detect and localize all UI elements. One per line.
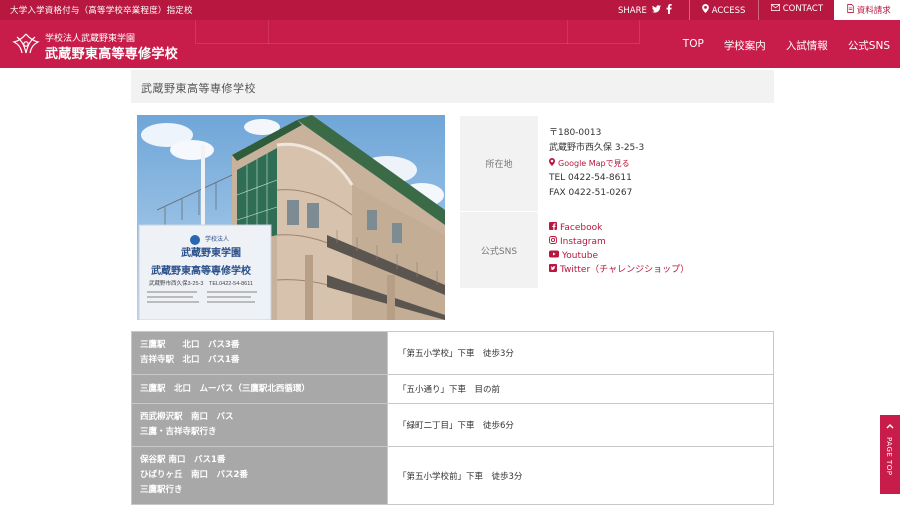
map-pin-icon [549, 156, 555, 171]
address-label-text: 所在地 [485, 160, 513, 170]
nav-item-school-info[interactable]: 学校案内 [724, 38, 766, 53]
map-pin-icon [702, 4, 712, 16]
header-decoration [268, 20, 568, 44]
table-row: 三鷹駅 北口 バス3番 吉祥寺駅 北口 バス1番 「第五小学校」下車 徒歩3分 [131, 331, 774, 375]
instagram-link-text: Instagram [560, 237, 606, 247]
fax-number: FAX 0422-51-0267 [549, 188, 633, 198]
address-block: 〒180-0013 武蔵野市西久保 3-25-3 Google Mapで見る T… [549, 126, 644, 201]
facebook-link[interactable]: Facebook [549, 221, 689, 235]
stop-cell: 「五小通り」下車 目の前 [387, 374, 774, 404]
stop-cell: 「第五小学校前」下車 徒歩3分 [387, 446, 774, 505]
school-name-logo[interactable]: 武蔵野東高等専修学校 [45, 43, 178, 62]
sns-label: 公式SNS [460, 212, 538, 288]
share-group: SHARE [618, 4, 672, 18]
table-row: 西武柳沢駅 南口 バス 三鷹・吉祥寺駅行き 「緑町二丁目」下車 徒歩6分 [131, 403, 774, 447]
route-line: 三鷹駅 北口 バス3番 [140, 340, 240, 350]
topbar-divider [758, 0, 759, 20]
facebook-icon [549, 221, 557, 235]
school-emblem-icon[interactable] [12, 31, 40, 57]
route-cell: 西武柳沢駅 南口 バス 三鷹・吉祥寺駅行き [131, 403, 388, 447]
route-cell: 三鷹駅 北口 バス3番 吉祥寺駅 北口 バス1番 [131, 331, 388, 375]
share-label: SHARE [618, 6, 647, 16]
school-building-photo: 学校法人 武蔵野東学園 武蔵野東高等専修学校 武蔵野市西久保3-25-3 TEL… [137, 115, 445, 320]
mail-icon [770, 4, 783, 14]
contact-link[interactable]: CONTACT [770, 4, 824, 14]
page-top-button[interactable]: PAGE TOP [880, 415, 900, 494]
twitter-icon[interactable] [651, 5, 661, 17]
chevron-up-icon [886, 423, 894, 432]
google-map-link-text: Google Mapで見る [558, 159, 630, 168]
top-bar: 大学入学資格付与（高等学校卒業程度）指定校 SHARE ACCESS CONTA… [0, 0, 900, 20]
facebook-icon[interactable] [666, 4, 672, 18]
twitter-link-text: Twitter（チャレンジショップ） [560, 265, 690, 275]
sns-block: Facebook Instagram Youtube Twitter（チャレンジ… [549, 221, 689, 277]
table-row: 保谷駅 南口 バス1番 ひばりヶ丘 南口 バス2番 三鷹駅行き 「第五小学校前」… [131, 446, 774, 505]
nav-item-official-sns[interactable]: 公式SNS [848, 38, 890, 53]
route-line: 吉祥寺駅 北口 バス1番 [140, 355, 240, 365]
twitter-icon [549, 263, 557, 277]
tel-number: TEL 0422-54-8611 [549, 173, 632, 183]
address-label: 所在地 [460, 116, 538, 211]
instagram-icon [549, 235, 557, 249]
document-icon [847, 4, 857, 16]
route-line: 保谷駅 南口 バス1番 [140, 455, 226, 465]
access-table: 三鷹駅 北口 バス3番 吉祥寺駅 北口 バス1番 「第五小学校」下車 徒歩3分 … [131, 331, 774, 505]
nav-item-top[interactable]: TOP [683, 38, 704, 53]
route-line: ひばりヶ丘 南口 バス2番 [140, 470, 248, 480]
request-materials-button[interactable]: 資料請求 [834, 0, 900, 20]
contact-label: CONTACT [782, 4, 824, 14]
site-header: 学校法人武蔵野東学園 武蔵野東高等専修学校 TOP 学校案内 入試情報 公式SN… [0, 20, 900, 68]
youtube-icon [549, 249, 559, 263]
main-nav: TOP 学校案内 入試情報 公式SNS [683, 38, 890, 53]
stop-cell: 「第五小学校」下車 徒歩3分 [387, 331, 774, 375]
sign-name2-text: 武蔵野東高等専修学校 [151, 264, 252, 277]
youtube-link[interactable]: Youtube [549, 249, 689, 263]
twitter-link[interactable]: Twitter（チャレンジショップ） [549, 263, 689, 277]
google-map-link[interactable]: Google Mapで見る [549, 156, 644, 171]
route-line: 西武柳沢駅 南口 バス [140, 412, 234, 422]
sign-org-text: 学校法人 [205, 235, 229, 243]
stop-cell: 「緑町二丁目」下車 徒歩6分 [387, 403, 774, 447]
instagram-link[interactable]: Instagram [549, 235, 689, 249]
route-line: 三鷹駅行き [140, 485, 183, 495]
address-text: 武蔵野市西久保 3-25-3 [549, 143, 645, 153]
sign-addr-text: 武蔵野市西久保3-25-3 [149, 279, 203, 287]
page-title-strip: 武蔵野東高等専修学校 [131, 70, 774, 103]
table-row: 三鷹駅 北口 ムーバス（三鷹駅北西循環） 「五小通り」下車 目の前 [131, 374, 774, 404]
route-line: 三鷹駅 北口 ムーバス（三鷹駅北西循環） [140, 383, 310, 394]
route-cell: 保谷駅 南口 バス1番 ひばりヶ丘 南口 バス2番 三鷹駅行き [131, 446, 388, 505]
facebook-link-text: Facebook [560, 223, 603, 233]
page-top-label: PAGE TOP [885, 437, 893, 476]
nav-item-admissions[interactable]: 入試情報 [786, 38, 828, 53]
access-label: ACCESS [711, 6, 746, 16]
page-title: 武蔵野東高等専修学校 [141, 82, 256, 95]
sns-label-text: 公式SNS [480, 246, 518, 257]
sign-tel-text: TEL0422-54-8611 [209, 281, 253, 287]
access-link[interactable]: ACCESS [702, 4, 745, 16]
postal-code: 〒180-0013 [549, 128, 602, 138]
route-line: 三鷹・吉祥寺駅行き [140, 427, 217, 437]
route-cell: 三鷹駅 北口 ムーバス（三鷹駅北西循環） [131, 374, 388, 404]
youtube-link-text: Youtube [562, 251, 598, 261]
request-label: 資料請求 [856, 6, 891, 16]
sign-name1-text: 武蔵野東学園 [181, 246, 241, 259]
top-tagline: 大学入学資格付与（高等学校卒業程度）指定校 [10, 6, 193, 16]
topbar-divider [689, 0, 690, 20]
